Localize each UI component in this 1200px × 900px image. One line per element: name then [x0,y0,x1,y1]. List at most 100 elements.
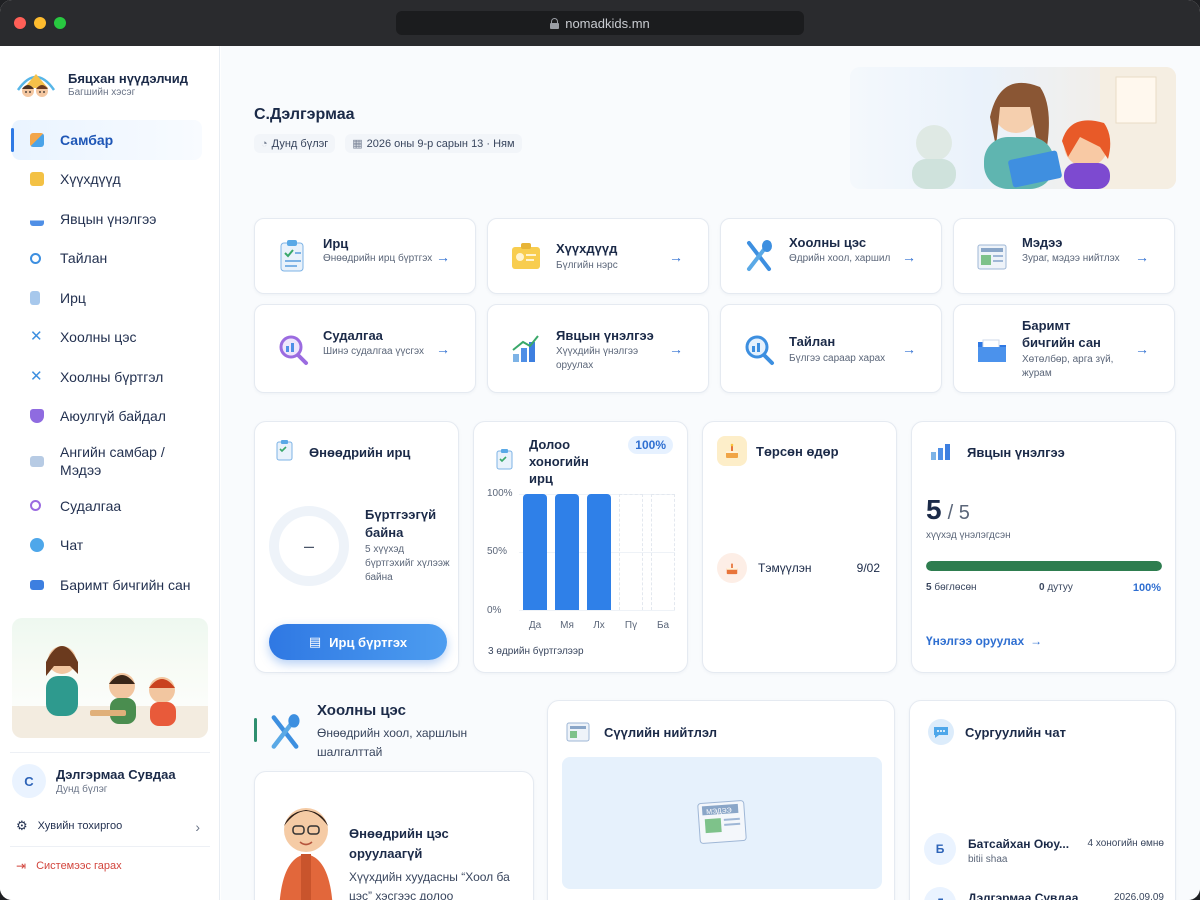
quick-link-title: Ирц [323,236,349,251]
address-bar[interactable]: nomadkids.mn [396,11,804,35]
arrow-right-icon: → [436,249,450,265]
x-tick-label: Мя [560,620,574,631]
sidebar-item-label: Судалгаа [60,497,122,514]
logout-link[interactable]: ⇥ Системээс гарах [16,859,204,873]
assessment-progress-bar [926,561,1162,571]
weekly-attendance-chart: Да Мя Лх Пү Ба [474,422,689,674]
sidebar-item-news[interactable]: Ангийн самбар / Мэдээ [0,436,220,486]
sidebar-item-label: Хоолны бүртгэл [60,368,164,385]
settings-label: Хувийн тохиргоо [37,820,123,832]
quick-link-news[interactable]: Мэдээ Зураг, мэдээ нийтлэх → [953,218,1175,294]
record-attendance-button[interactable]: ▤ Ирц бүртгэх [269,624,447,660]
missing-count: 0 [1039,582,1045,593]
arrow-right-icon: → [1135,249,1149,265]
header-chips: ◔ Дунд бүлэг ▦ 2026 оны 9-р сарын 13 · Н… [254,134,522,153]
x-tick-label: Лх [593,620,605,631]
url-text: nomadkids.mn [565,15,650,31]
sidebar-item-survey[interactable]: Судалгаа [0,486,220,526]
birthday-child-name[interactable]: Тэмүүлэн [758,561,811,575]
enter-assessment-label: Үнэлгээ оруулах [926,634,1025,648]
brand-title: Бяцхан нүүдэлчид [68,70,188,86]
chart-bar [555,494,579,610]
survey-icon [30,500,41,512]
quick-link-report[interactable]: Тайлан Бүлгээ сараар харах → [720,304,942,393]
assessment-title: Явцын үнэлгээ [967,445,1065,460]
sidebar-item-chat[interactable]: Чат [0,526,220,566]
brand-logo-icon [14,64,58,104]
chat-time: 4 хоногийн өмнө [1087,838,1164,849]
person-icon: ◔ [261,137,268,150]
chat-sender: Батсайхан Оюу... [968,837,1070,851]
chat-sender: Дэлгэрмаа Сувдаа [968,891,1079,900]
school-chat-title: Сургуулийн чат [965,725,1066,740]
sidebar-item-documents[interactable]: Баримт бичгийн сан [0,565,220,605]
chat-message[interactable]: Д Дэлгэрмаа Сувдаа 2026.09.09 [924,887,1164,900]
gear-icon: ⚙ [16,818,28,833]
quick-link-attendance[interactable]: Ирц Өнөөдрийн ирц бүртгэх → [254,218,476,294]
sidebar-item-safety[interactable]: Аюулгүй байдал [0,397,220,437]
lock-icon [550,17,560,29]
chat-icon [928,719,954,745]
shield-icon [30,409,44,424]
avatar: С [12,764,46,798]
teacher-name: С.Дэлгэрмаа [254,106,355,123]
assessment-caption: хүүхэд үнэлэгдсэн [926,530,1011,541]
quick-link-title: Судалгаа [323,328,383,343]
birthday-date: 9/02 [856,561,880,575]
id-card-icon [510,239,542,273]
sidebar-item-label: Самбар [60,131,114,148]
chart-bar [587,494,611,610]
assessment-percent: 100% [1132,582,1161,594]
quick-link-survey[interactable]: Судалгаа Шинэ судалгаа үүсгэх → [254,304,476,393]
sidebar-item-children[interactable]: Хүүхдүүд [0,160,220,200]
clipboard-icon [275,439,295,466]
sidebar-item-menu[interactable]: ✕ Хоолны цэс [0,318,220,358]
food-subtitle: Өнөөдрийн хоол, харшлын шалгалттай [317,726,468,759]
x-tick-label: Да [528,620,542,631]
chart-gridline [519,610,675,611]
logout-icon: ⇥ [16,859,27,873]
quick-link-desc: Зураг, мэдээ нийтлэх [1022,253,1120,264]
main-content: С.Дэлгэрмаа ◔ Дунд бүлэг ▦ 2026 оны 9-р … [221,46,1200,900]
chat-message[interactable]: Б Батсайхан Оюу... 4 хоногийн өмнө bitii… [924,833,1164,873]
quick-link-menu[interactable]: Хоолны цэс Өдрийн хоол, харшил → [720,218,942,294]
sidebar-item-label: Чат [60,537,84,554]
sidebar-item-progress[interactable]: Явцын үнэлгээ [0,199,220,239]
chevron-right-icon: › [195,819,200,835]
sidebar-item-report[interactable]: Тайлан [0,239,220,279]
user-profile[interactable]: С Дэлгэрмаа Сувдаа Дунд бүлэг [12,764,176,798]
user-group: Дунд бүлэг [56,784,108,795]
sidebar-item-attendance[interactable]: Ирц [0,278,220,318]
sidebar-illustration [12,618,208,738]
logout-label: Системээс гарах [36,860,122,872]
sidebar-item-meal-log[interactable]: ✕ Хоолны бүртгэл [0,357,220,397]
minimize-window-button[interactable] [34,17,46,29]
enter-assessment-link[interactable]: Үнэлгээ оруулах → [926,634,1042,648]
arrow-right-icon: → [436,341,450,357]
chart-bar [523,494,547,610]
maximize-window-button[interactable] [54,17,66,29]
weekly-attendance-footer: 3 өдрийн бүртгэлээр [488,646,584,657]
arrow-right-icon: → [902,341,916,357]
newspaper-icon [976,239,1008,273]
close-window-button[interactable] [14,17,26,29]
folder-icon [30,579,44,590]
sidebar-item-dashboard[interactable]: Самбар [11,120,202,160]
quick-link-progress[interactable]: Явцын үнэлгээ Хүүхдийн үнэлгээ оруулах → [487,304,709,393]
settings-link[interactable]: ⚙ Хувийн тохиргоо › [16,818,204,835]
attendance-status-title: Бүртгээгүй байна [365,507,437,540]
search-report-icon [743,332,775,366]
quick-link-title: Мэдээ [1022,235,1063,250]
brand[interactable]: Бяцхан нүүдэлчид Багшийн хэсэг [14,64,188,104]
sidebar-item-label: Аюулгүй байдал [60,408,166,425]
food-accent-strip [254,718,257,742]
progress-icon [30,211,44,226]
assessment-done: 5 бөглөсөн [926,582,977,593]
news-thumbnail[interactable]: МЭДЭЭ [562,757,882,889]
quick-link-children[interactable]: Хүүхдүүд Бүлгийн нэрс → [487,218,709,294]
sidebar-item-label: Хоолны цэс [60,329,137,346]
attendance-status-desc: 5 хүүхэд бүртгэхийг хүлээж байна [365,544,450,583]
today-menu-desc: Хүүхдийн хуудасны “Хоол ба цэс” хэсгээс … [349,870,510,900]
quick-link-documents[interactable]: Баримт бичгийн сан Хөтөлбөр, арга зүй, ж… [953,304,1175,393]
chart-bar-empty [619,494,643,610]
